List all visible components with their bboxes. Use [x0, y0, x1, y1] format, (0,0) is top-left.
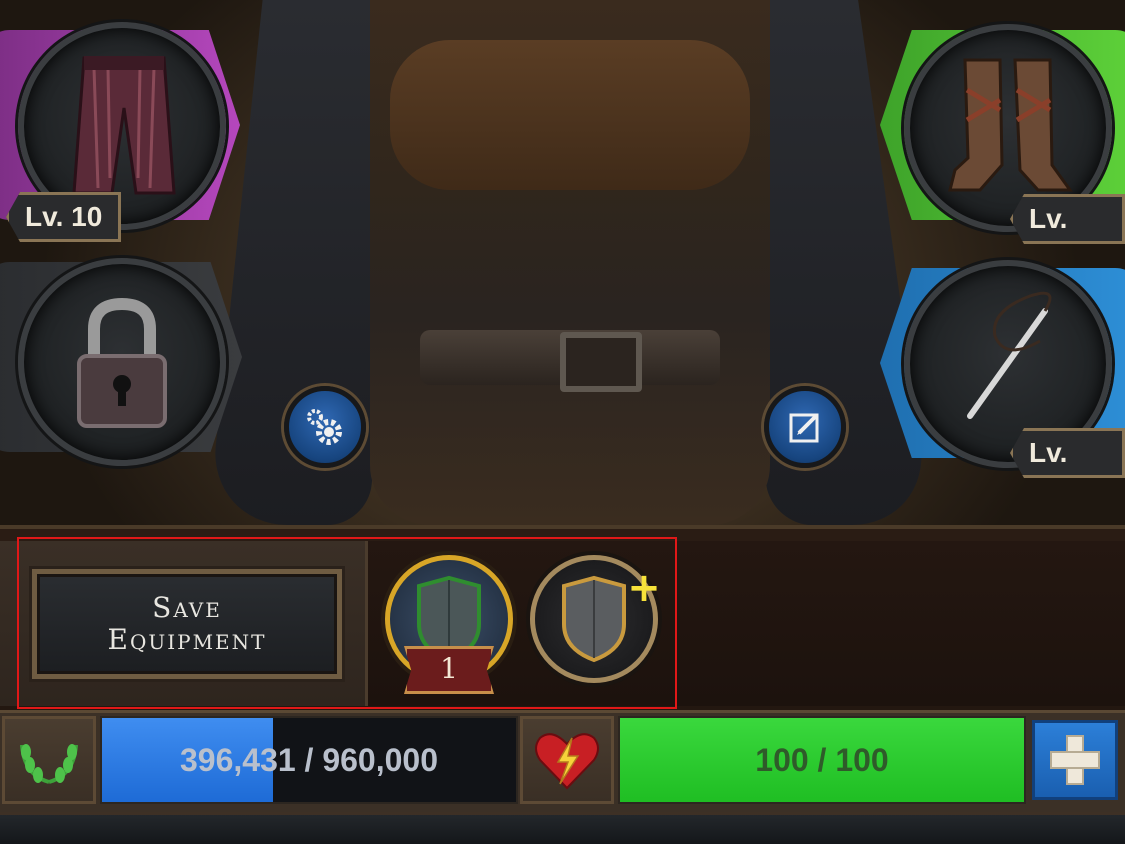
laurel-icon	[20, 744, 78, 784]
edit-button[interactable]	[764, 386, 846, 468]
locked-slot[interactable]	[18, 258, 226, 466]
energy-bar: 100 / 100	[618, 716, 1026, 804]
energy-icon-box	[520, 716, 614, 804]
edit-icon	[789, 413, 819, 443]
laurel-box	[2, 716, 96, 804]
character-stage: Lv. 10 Lv. 15 Lv. 15	[0, 0, 1125, 525]
save-button-label-line1: Save	[152, 591, 222, 624]
add-set-plus-icon: +	[627, 565, 661, 611]
save-equipment-button[interactable]: Save Equipment	[32, 569, 342, 679]
shield-outline-icon	[562, 575, 626, 663]
gears-icon	[307, 409, 342, 445]
pants-level-badge: Lv. 10	[6, 192, 122, 242]
boots-level-badge: Lv. 15	[1010, 194, 1125, 244]
save-button-label-line2: Equipment	[107, 623, 267, 656]
set-number-badge: 1	[404, 646, 494, 694]
character-arms	[390, 40, 750, 190]
add-energy-button[interactable]	[1032, 720, 1118, 800]
whip-level-badge: Lv. 15	[1010, 428, 1125, 478]
padlock-icon	[77, 297, 167, 428]
bottom-strip	[0, 812, 1125, 844]
heart-lightning-icon	[535, 733, 599, 790]
experience-bar: 396,431 / 960,000	[100, 716, 518, 804]
plus-icon	[1050, 735, 1100, 785]
energy-text: 100 / 100	[755, 741, 889, 778]
settings-button[interactable]	[284, 386, 366, 468]
belt-buckle	[560, 332, 642, 392]
experience-text: 396,431 / 960,000	[179, 741, 438, 778]
